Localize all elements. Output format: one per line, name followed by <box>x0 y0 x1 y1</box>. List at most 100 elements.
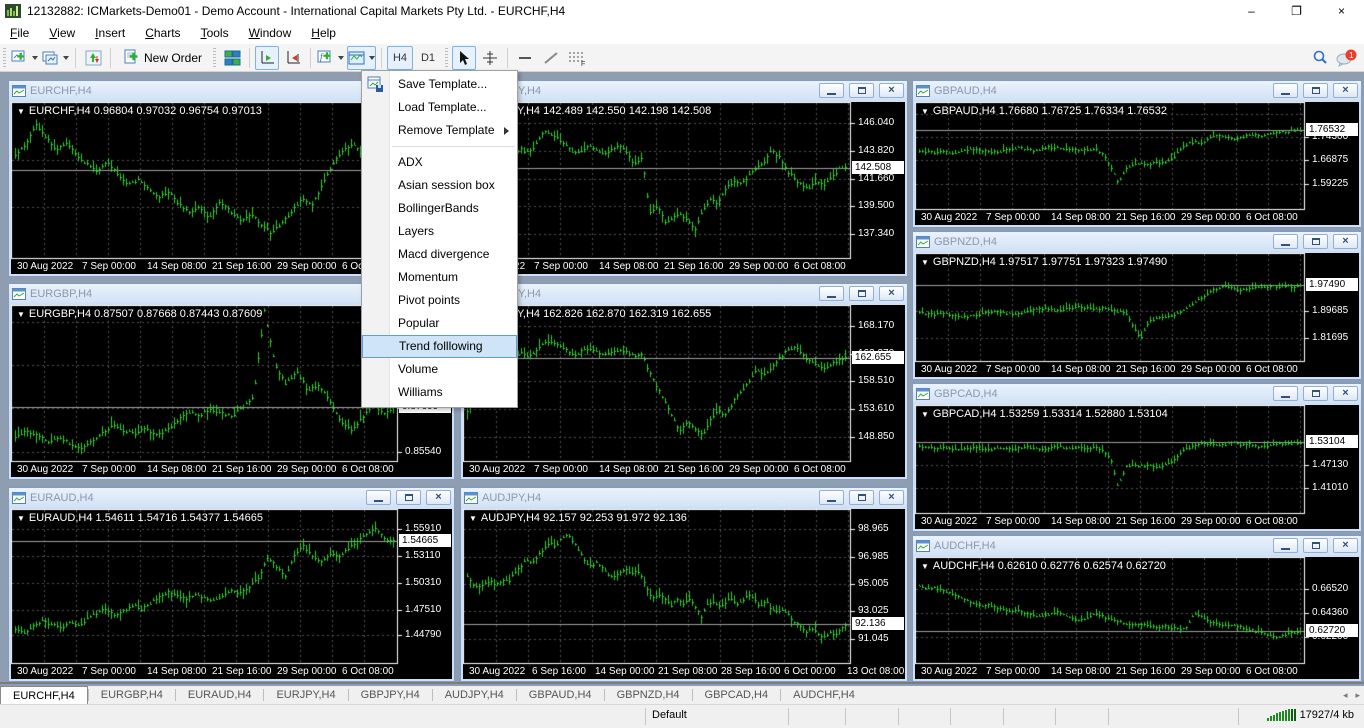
chart-canvas-audchf-h4[interactable] <box>915 557 1359 679</box>
menu-item-template-macd-divergence[interactable]: Macd divergence <box>362 243 517 266</box>
tab-eurgbp-h4[interactable]: EURGBP,H4 <box>89 686 175 704</box>
chart-restore-button[interactable] <box>1303 234 1328 249</box>
symbol-dropdown-icon[interactable]: ▼ <box>921 410 929 419</box>
tab-eurjpy-h4[interactable]: EURJPY,H4 <box>264 686 347 704</box>
chart-window-titlebar[interactable]: AUDJPY,H4× <box>461 488 907 507</box>
chart-close-button[interactable]: × <box>879 286 904 301</box>
toolbar-grip[interactable] <box>2 48 7 68</box>
search-button[interactable] <box>1308 46 1332 70</box>
templates-button[interactable] <box>347 46 376 70</box>
templates-dropdown-arrow[interactable] <box>369 56 375 60</box>
profiles-button[interactable] <box>41 46 70 70</box>
chart-canvas-gbpjpy-h4[interactable] <box>463 305 905 477</box>
chart-canvas-eurjpy-h4[interactable] <box>463 102 905 274</box>
chart-close-button[interactable]: × <box>1333 83 1358 98</box>
period-h4-button[interactable]: H4 <box>387 46 413 70</box>
menubar-item-file[interactable]: File <box>0 23 39 43</box>
tab-scroll-right-icon[interactable]: ▸ <box>1355 690 1360 701</box>
toolbar-grip[interactable] <box>444 48 449 68</box>
tab-gbpaud-h4[interactable]: GBPAUD,H4 <box>517 686 604 704</box>
symbol-dropdown-icon[interactable]: ▼ <box>17 310 25 319</box>
menu-item-template-asian-session-box[interactable]: Asian session box <box>362 174 517 197</box>
tab-audjpy-h4[interactable]: AUDJPY,H4 <box>433 686 516 704</box>
menu-item-template-popular[interactable]: Popular <box>362 312 517 335</box>
app-minimize-button[interactable]: – <box>1229 0 1274 22</box>
market-watch-button[interactable] <box>81 46 105 70</box>
chart-close-button[interactable]: × <box>1333 386 1358 401</box>
chart-restore-button[interactable] <box>396 490 421 505</box>
chart-close-button[interactable]: × <box>1333 538 1358 553</box>
symbol-dropdown-icon[interactable]: ▼ <box>921 107 929 116</box>
chart-shift-button[interactable] <box>281 46 305 70</box>
symbol-dropdown-icon[interactable]: ▼ <box>17 514 25 523</box>
new-chart-dropdown-arrow[interactable] <box>32 56 38 60</box>
chart-minimize-button[interactable] <box>1273 386 1298 401</box>
trendline-button[interactable] <box>539 46 563 70</box>
chart-minimize-button[interactable] <box>819 490 844 505</box>
symbol-dropdown-icon[interactable]: ▼ <box>17 107 25 116</box>
chart-window-titlebar[interactable]: GBPAUD,H4× <box>913 81 1361 100</box>
chart-minimize-button[interactable] <box>366 490 391 505</box>
menu-item-template-volume[interactable]: Volume <box>362 358 517 381</box>
chart-area-gbpcad-h4[interactable]: ▼GBPCAD,H4 1.53259 1.53314 1.52880 1.531… <box>915 405 1359 529</box>
symbol-dropdown-icon[interactable]: ▼ <box>921 258 929 267</box>
chart-window-titlebar[interactable]: GBPJPY,H4× <box>461 284 907 303</box>
tab-audchf-h4[interactable]: AUDCHF,H4 <box>781 686 867 704</box>
menu-item-template-adx[interactable]: ADX <box>362 151 517 174</box>
menubar-item-tools[interactable]: Tools <box>191 23 239 43</box>
chart-close-button[interactable]: × <box>426 490 451 505</box>
tab-scroll-left-icon[interactable]: ◂ <box>1343 690 1348 701</box>
chart-canvas-euraud-h4[interactable] <box>11 509 452 679</box>
symbol-dropdown-icon[interactable]: ▼ <box>469 514 477 523</box>
chart-canvas-gbpnzd-h4[interactable] <box>915 253 1359 377</box>
chart-canvas-gbpcad-h4[interactable] <box>915 405 1359 529</box>
chart-restore-button[interactable] <box>849 490 874 505</box>
chart-window-titlebar[interactable]: EURAUD,H4× <box>9 488 454 507</box>
fibonacci-button[interactable]: F <box>565 46 589 70</box>
chart-restore-button[interactable] <box>1303 538 1328 553</box>
chart-minimize-button[interactable] <box>819 83 844 98</box>
toolbar-grip[interactable] <box>212 48 217 68</box>
chart-restore-button[interactable] <box>849 286 874 301</box>
crosshair-button[interactable] <box>478 46 502 70</box>
chart-window-titlebar[interactable]: GBPNZD,H4× <box>913 232 1361 251</box>
tab-euraud-h4[interactable]: EURAUD,H4 <box>176 686 264 704</box>
chart-restore-button[interactable] <box>1303 386 1328 401</box>
menu-item-template-pivot-points[interactable]: Pivot points <box>362 289 517 312</box>
chart-window-titlebar[interactable]: AUDCHF,H4× <box>913 536 1361 555</box>
chart-restore-button[interactable] <box>1303 83 1328 98</box>
chart-close-button[interactable]: × <box>1333 234 1358 249</box>
app-close-button[interactable]: × <box>1319 0 1364 22</box>
menu-item-remove-template[interactable]: Remove Template <box>362 119 517 142</box>
indicators-dropdown-arrow[interactable] <box>338 56 344 60</box>
new-chart-button[interactable] <box>10 46 39 70</box>
menu-item-template-momentum[interactable]: Momentum <box>362 266 517 289</box>
menubar-item-help[interactable]: Help <box>301 23 346 43</box>
chart-minimize-button[interactable] <box>1273 83 1298 98</box>
tab-eurchf-h4[interactable]: EURCHF,H4 <box>0 686 88 704</box>
tab-gbpnzd-h4[interactable]: GBPNZD,H4 <box>605 686 692 704</box>
menu-item-load-template-[interactable]: Load Template... <box>362 96 517 119</box>
chart-minimize-button[interactable] <box>819 286 844 301</box>
chart-restore-button[interactable] <box>849 83 874 98</box>
menubar-item-insert[interactable]: Insert <box>85 23 135 43</box>
chart-area-audjpy-h4[interactable]: ▼AUDJPY,H4 92.157 92.253 91.972 92.13698… <box>463 509 905 679</box>
new-order-button[interactable]: New Order <box>116 46 209 70</box>
chart-canvas-gbpaud-h4[interactable] <box>915 102 1359 225</box>
chart-area-eurjpy-h4[interactable]: ▼EURJPY,H4 142.489 142.550 142.198 142.5… <box>463 102 905 274</box>
chart-minimize-button[interactable] <box>1273 538 1298 553</box>
indicators-button[interactable]: f <box>316 46 345 70</box>
menu-item-template-bollingerbands[interactable]: BollingerBands <box>362 197 517 220</box>
chart-area-audchf-h4[interactable]: ▼AUDCHF,H4 0.62610 0.62776 0.62574 0.627… <box>915 557 1359 679</box>
symbol-dropdown-icon[interactable]: ▼ <box>921 562 929 571</box>
auto-scroll-button[interactable] <box>255 46 279 70</box>
period-d1-button[interactable]: D1 <box>415 46 441 70</box>
chart-canvas-audjpy-h4[interactable] <box>463 509 905 679</box>
app-maximize-button[interactable]: ❐ <box>1274 0 1319 22</box>
tile-windows-button[interactable] <box>220 46 244 70</box>
cursor-button[interactable] <box>452 46 476 70</box>
menu-item-template-williams[interactable]: Williams <box>362 381 517 404</box>
notifications-button[interactable]: 1 <box>1334 46 1358 70</box>
tab-gbpjpy-h4[interactable]: GBPJPY,H4 <box>349 686 432 704</box>
statusbar-profile[interactable]: Default <box>652 709 687 721</box>
